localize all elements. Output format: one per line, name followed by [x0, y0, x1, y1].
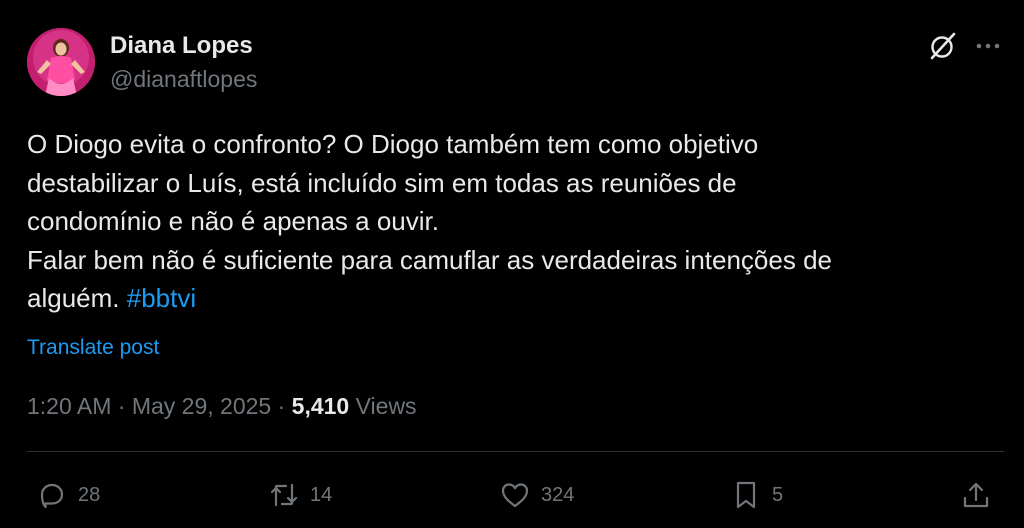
- views-count[interactable]: 5,410: [292, 393, 350, 419]
- repost-count: 14: [310, 484, 333, 506]
- reply-button[interactable]: 28: [36, 478, 100, 512]
- heart-icon: [499, 479, 531, 511]
- grok-icon[interactable]: [928, 31, 958, 61]
- post-text: O Diogo evita o confronto? O Diogo també…: [27, 125, 987, 318]
- divider: [27, 451, 1004, 452]
- like-button[interactable]: 324: [499, 478, 574, 512]
- bookmark-button[interactable]: 5: [730, 478, 783, 512]
- meta-separator: ·: [277, 393, 286, 419]
- reply-count: 28: [78, 484, 101, 506]
- tweet: Diana Lopes @dianaftlopes O Diogo evita …: [0, 0, 1024, 528]
- repost-button[interactable]: 14: [268, 478, 332, 512]
- like-count: 324: [541, 484, 575, 506]
- hashtag-link[interactable]: #bbtvi: [127, 283, 196, 313]
- post-line: O Diogo evita o confronto? O Diogo també…: [27, 129, 759, 159]
- views-label: Views: [355, 393, 417, 419]
- avatar-photo: [27, 28, 95, 96]
- avatar[interactable]: [27, 28, 95, 96]
- share-icon: [960, 479, 992, 511]
- post-time[interactable]: 1:20 AM: [27, 393, 111, 419]
- reply-icon: [36, 479, 68, 511]
- post-line: Falar bem não é suficiente para camuflar…: [27, 244, 832, 275]
- bookmark-count: 5: [772, 484, 784, 506]
- post-meta: 1:20 AM · May 29, 2025 · 5,410 Views: [27, 393, 417, 420]
- post-line: destabilizar o Luís, está incluído sim e…: [27, 167, 737, 198]
- bookmark-icon: [730, 479, 762, 511]
- repost-icon: [268, 479, 300, 511]
- more-icon[interactable]: [972, 32, 1004, 60]
- post-date[interactable]: May 29, 2025: [132, 393, 271, 419]
- post-line: alguém. #bbtvi: [27, 279, 987, 318]
- author-handle[interactable]: @dianaftlopes: [110, 66, 257, 93]
- meta-separator: ·: [117, 393, 126, 419]
- post-line: condomínio e não é apenas a ouvir.: [27, 206, 439, 236]
- post-last-line-text: alguém.: [27, 283, 120, 313]
- translate-post-link[interactable]: Translate post: [27, 336, 159, 360]
- share-button[interactable]: [960, 478, 992, 512]
- author-display-name[interactable]: Diana Lopes: [110, 32, 253, 60]
